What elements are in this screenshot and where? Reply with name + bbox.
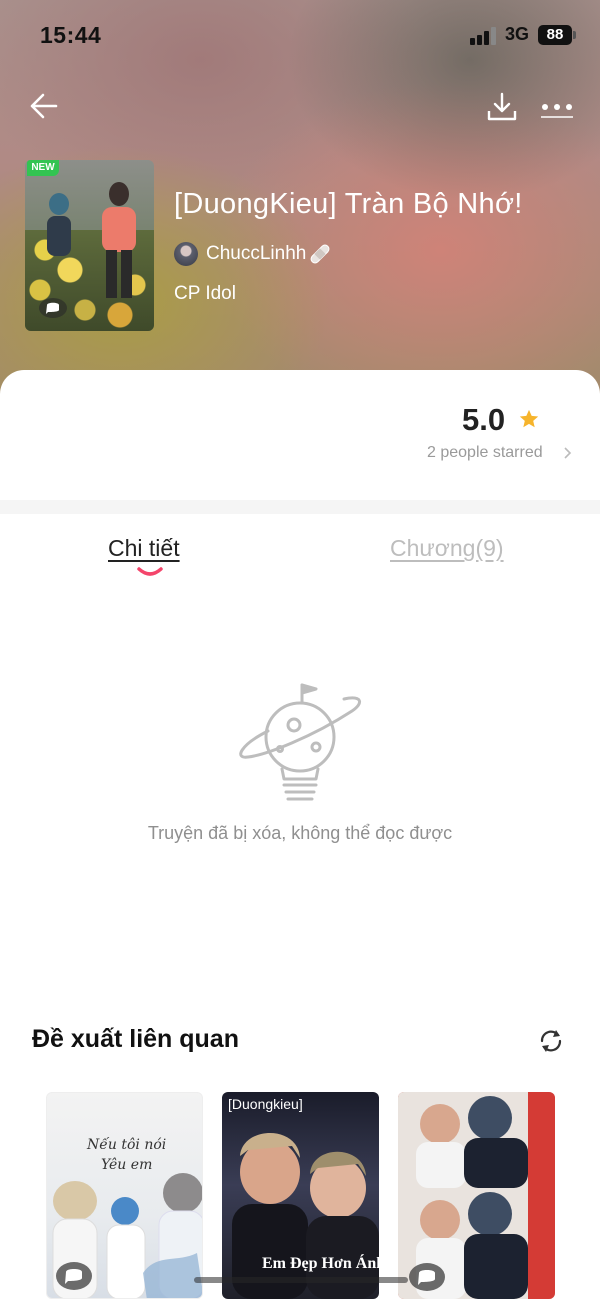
deleted-lightbulb-planet-icon xyxy=(239,683,361,801)
refresh-icon[interactable] xyxy=(538,1028,564,1054)
chat-bubble-icon xyxy=(409,1263,445,1291)
author-avatar[interactable] xyxy=(174,242,198,266)
rating-value: 5.0 xyxy=(462,402,506,437)
story-category[interactable]: CP Idol xyxy=(174,283,236,305)
status-time: 15:44 xyxy=(40,22,102,48)
section-divider xyxy=(0,500,600,514)
related-section-title: Đề xuất liên quan xyxy=(32,1025,239,1053)
info-card xyxy=(0,370,600,500)
signal-icon xyxy=(470,27,498,45)
back-arrow-icon[interactable] xyxy=(28,90,60,122)
story-title: [DuongKieu] Tràn Bộ Nhớ! xyxy=(174,188,523,220)
related-story-card[interactable]: [Duongkieu] Em Đẹp Hơn Ánh xyxy=(222,1092,379,1299)
author-name[interactable]: ChuccLinhh xyxy=(206,243,306,265)
cover-person xyxy=(102,182,136,298)
cover-caption: Em Đẹp Hơn Ánh xyxy=(262,1255,379,1272)
more-options-icon[interactable] xyxy=(540,96,574,118)
new-badge: NEW xyxy=(27,160,59,176)
related-story-card[interactable] xyxy=(398,1092,555,1299)
chat-bubble-icon xyxy=(39,298,67,318)
empty-state-message: Truyện đã bị xóa, không thể đọc được xyxy=(147,823,453,843)
battery-icon: 88 xyxy=(538,25,576,45)
star-icon xyxy=(519,409,539,428)
network-type: 3G xyxy=(505,24,530,44)
related-story-card[interactable]: Nếu tôi nói Yêu em xyxy=(46,1092,203,1299)
home-indicator[interactable] xyxy=(194,1277,408,1283)
tab-details[interactable]: Chi tiết xyxy=(108,535,180,562)
cover-person xyxy=(47,193,71,256)
cover-caption-line: Nếu tôi nói xyxy=(87,1137,167,1153)
status-bar: 15:44 3G 88 xyxy=(0,0,600,72)
download-icon[interactable] xyxy=(486,92,518,122)
chevron-right-icon[interactable] xyxy=(562,446,572,460)
bandage-icon xyxy=(310,244,330,264)
rating-count[interactable]: 2 people starred xyxy=(427,444,543,462)
cover-tag: [Duongkieu] xyxy=(228,1096,303,1112)
chat-bubble-icon xyxy=(56,1262,92,1290)
tab-chapters[interactable]: Chương(9) xyxy=(390,535,504,562)
active-tab-indicator xyxy=(137,567,163,576)
